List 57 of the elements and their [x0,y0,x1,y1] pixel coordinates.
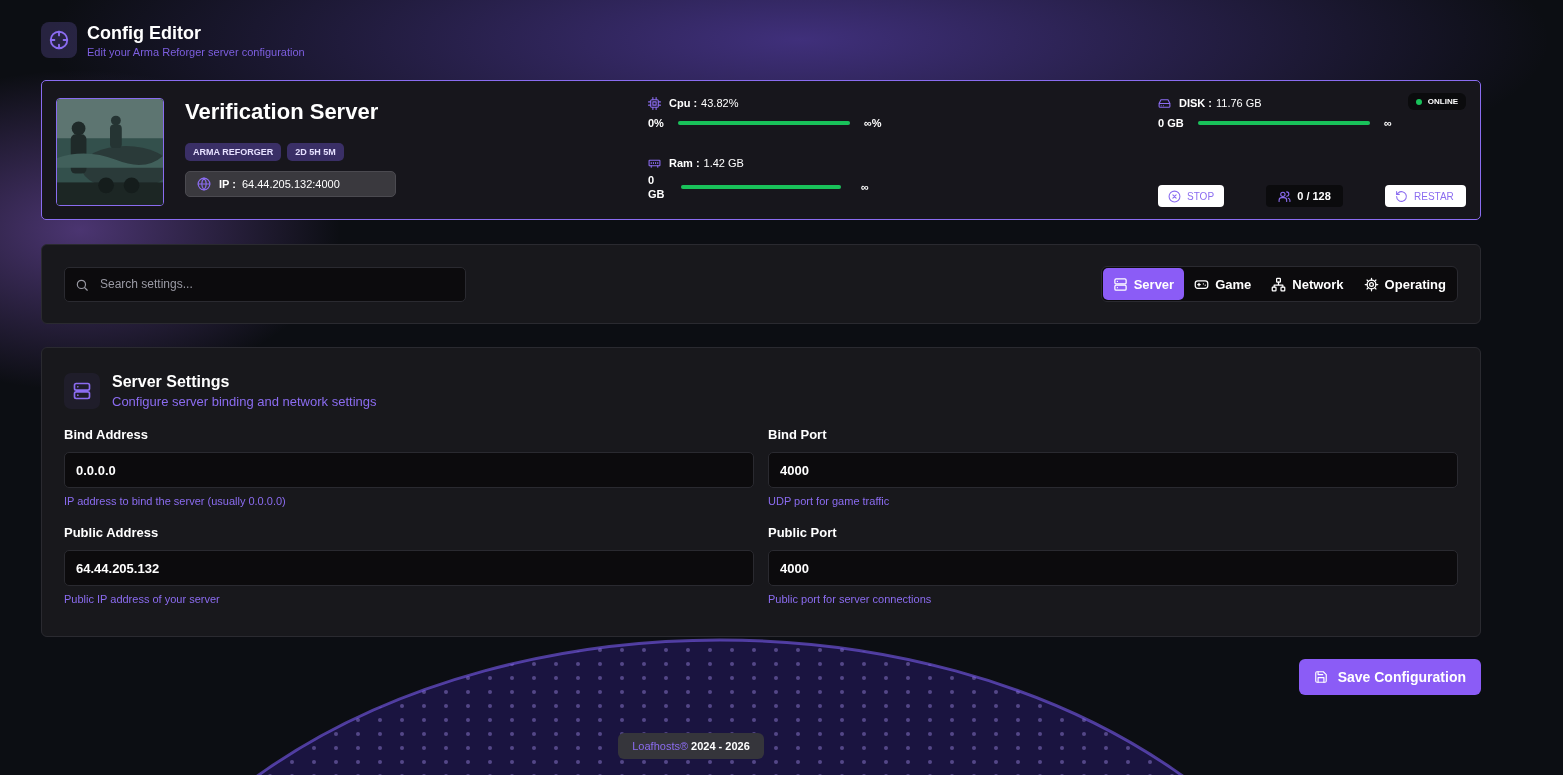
close-circle-icon [1168,189,1181,203]
tab[interactable]: Operating [1353,268,1456,300]
network-icon [1271,276,1287,292]
metric-max: ∞ [1384,117,1392,129]
save-button[interactable]: Save Configuration [1298,659,1481,695]
tab[interactable]: Server [1102,268,1185,300]
input-field[interactable]: 4000 [768,550,1458,586]
server-icon [1112,276,1128,292]
search-icon [75,277,89,292]
field-label: Bind Address [64,427,150,444]
status-text: ONLINE [1427,97,1458,106]
copyright-years: 2024 - 2026 [691,740,750,752]
metric-label: DISK : [1179,97,1212,109]
settings-icon [1363,276,1379,292]
brand-name: Loafhosts® [632,740,689,752]
field-hint: UDP port for game traffic [768,495,891,507]
tab[interactable]: Game [1184,268,1262,300]
restart-button[interactable]: RESTAR [1385,185,1466,207]
restart-icon [1395,189,1408,203]
search-field[interactable]: Search settings... [64,266,466,302]
server-icon [72,381,92,401]
chip-icon [648,96,661,110]
metric-max: ∞% [864,117,882,129]
section-subtitle: Configure server binding and network settings [112,394,377,409]
page-subtitle: Edit your Arma Reforger server configuration [87,45,305,58]
tag: 2D 5H 5M [287,143,344,161]
field-hint: IP address to bind the server (usually 0.0.0.0) [64,495,287,507]
metric-max: ∞ [861,181,869,193]
metric-label: Ram : [669,157,700,169]
ip-address: 64.44.205.132:4000 [241,178,340,190]
metric-value: 11.76 GB [1216,97,1262,109]
input-field[interactable]: 0.0.0.0 [64,452,754,488]
metric-value: 43.82% [701,97,739,109]
section-title: Server Settings [112,373,231,391]
drive-icon [1158,96,1171,110]
page-title: Config Editor [87,22,202,44]
field-hint: Public port for server connections [768,593,933,605]
metric-label: Cpu : [669,97,698,109]
metric-value: 1.42 GB [703,157,744,169]
input-field[interactable]: 64.44.205.132 [64,550,754,586]
field-label: Public Port [768,525,838,542]
tag: ARMA REFORGER [185,143,282,161]
metric-min: 0% [648,117,665,129]
crosshair-icon [48,29,70,51]
server-name: Verification Server [185,99,380,125]
tab[interactable]: Network [1261,268,1354,300]
metric-min: 0 GB [1158,117,1185,129]
field-label: Bind Port [768,427,828,444]
metric-min: 0 GB [648,173,666,201]
input-field[interactable]: 4000 [768,452,1458,488]
field-hint: Public IP address of your server [64,593,221,605]
globe-icon [197,177,211,191]
field-label: Public Address [64,525,160,542]
users-icon [1278,189,1292,203]
stop-button[interactable]: STOP [1158,185,1225,207]
player-count: 0 / 128 [1266,185,1343,207]
ip-label: IP : [219,178,236,190]
